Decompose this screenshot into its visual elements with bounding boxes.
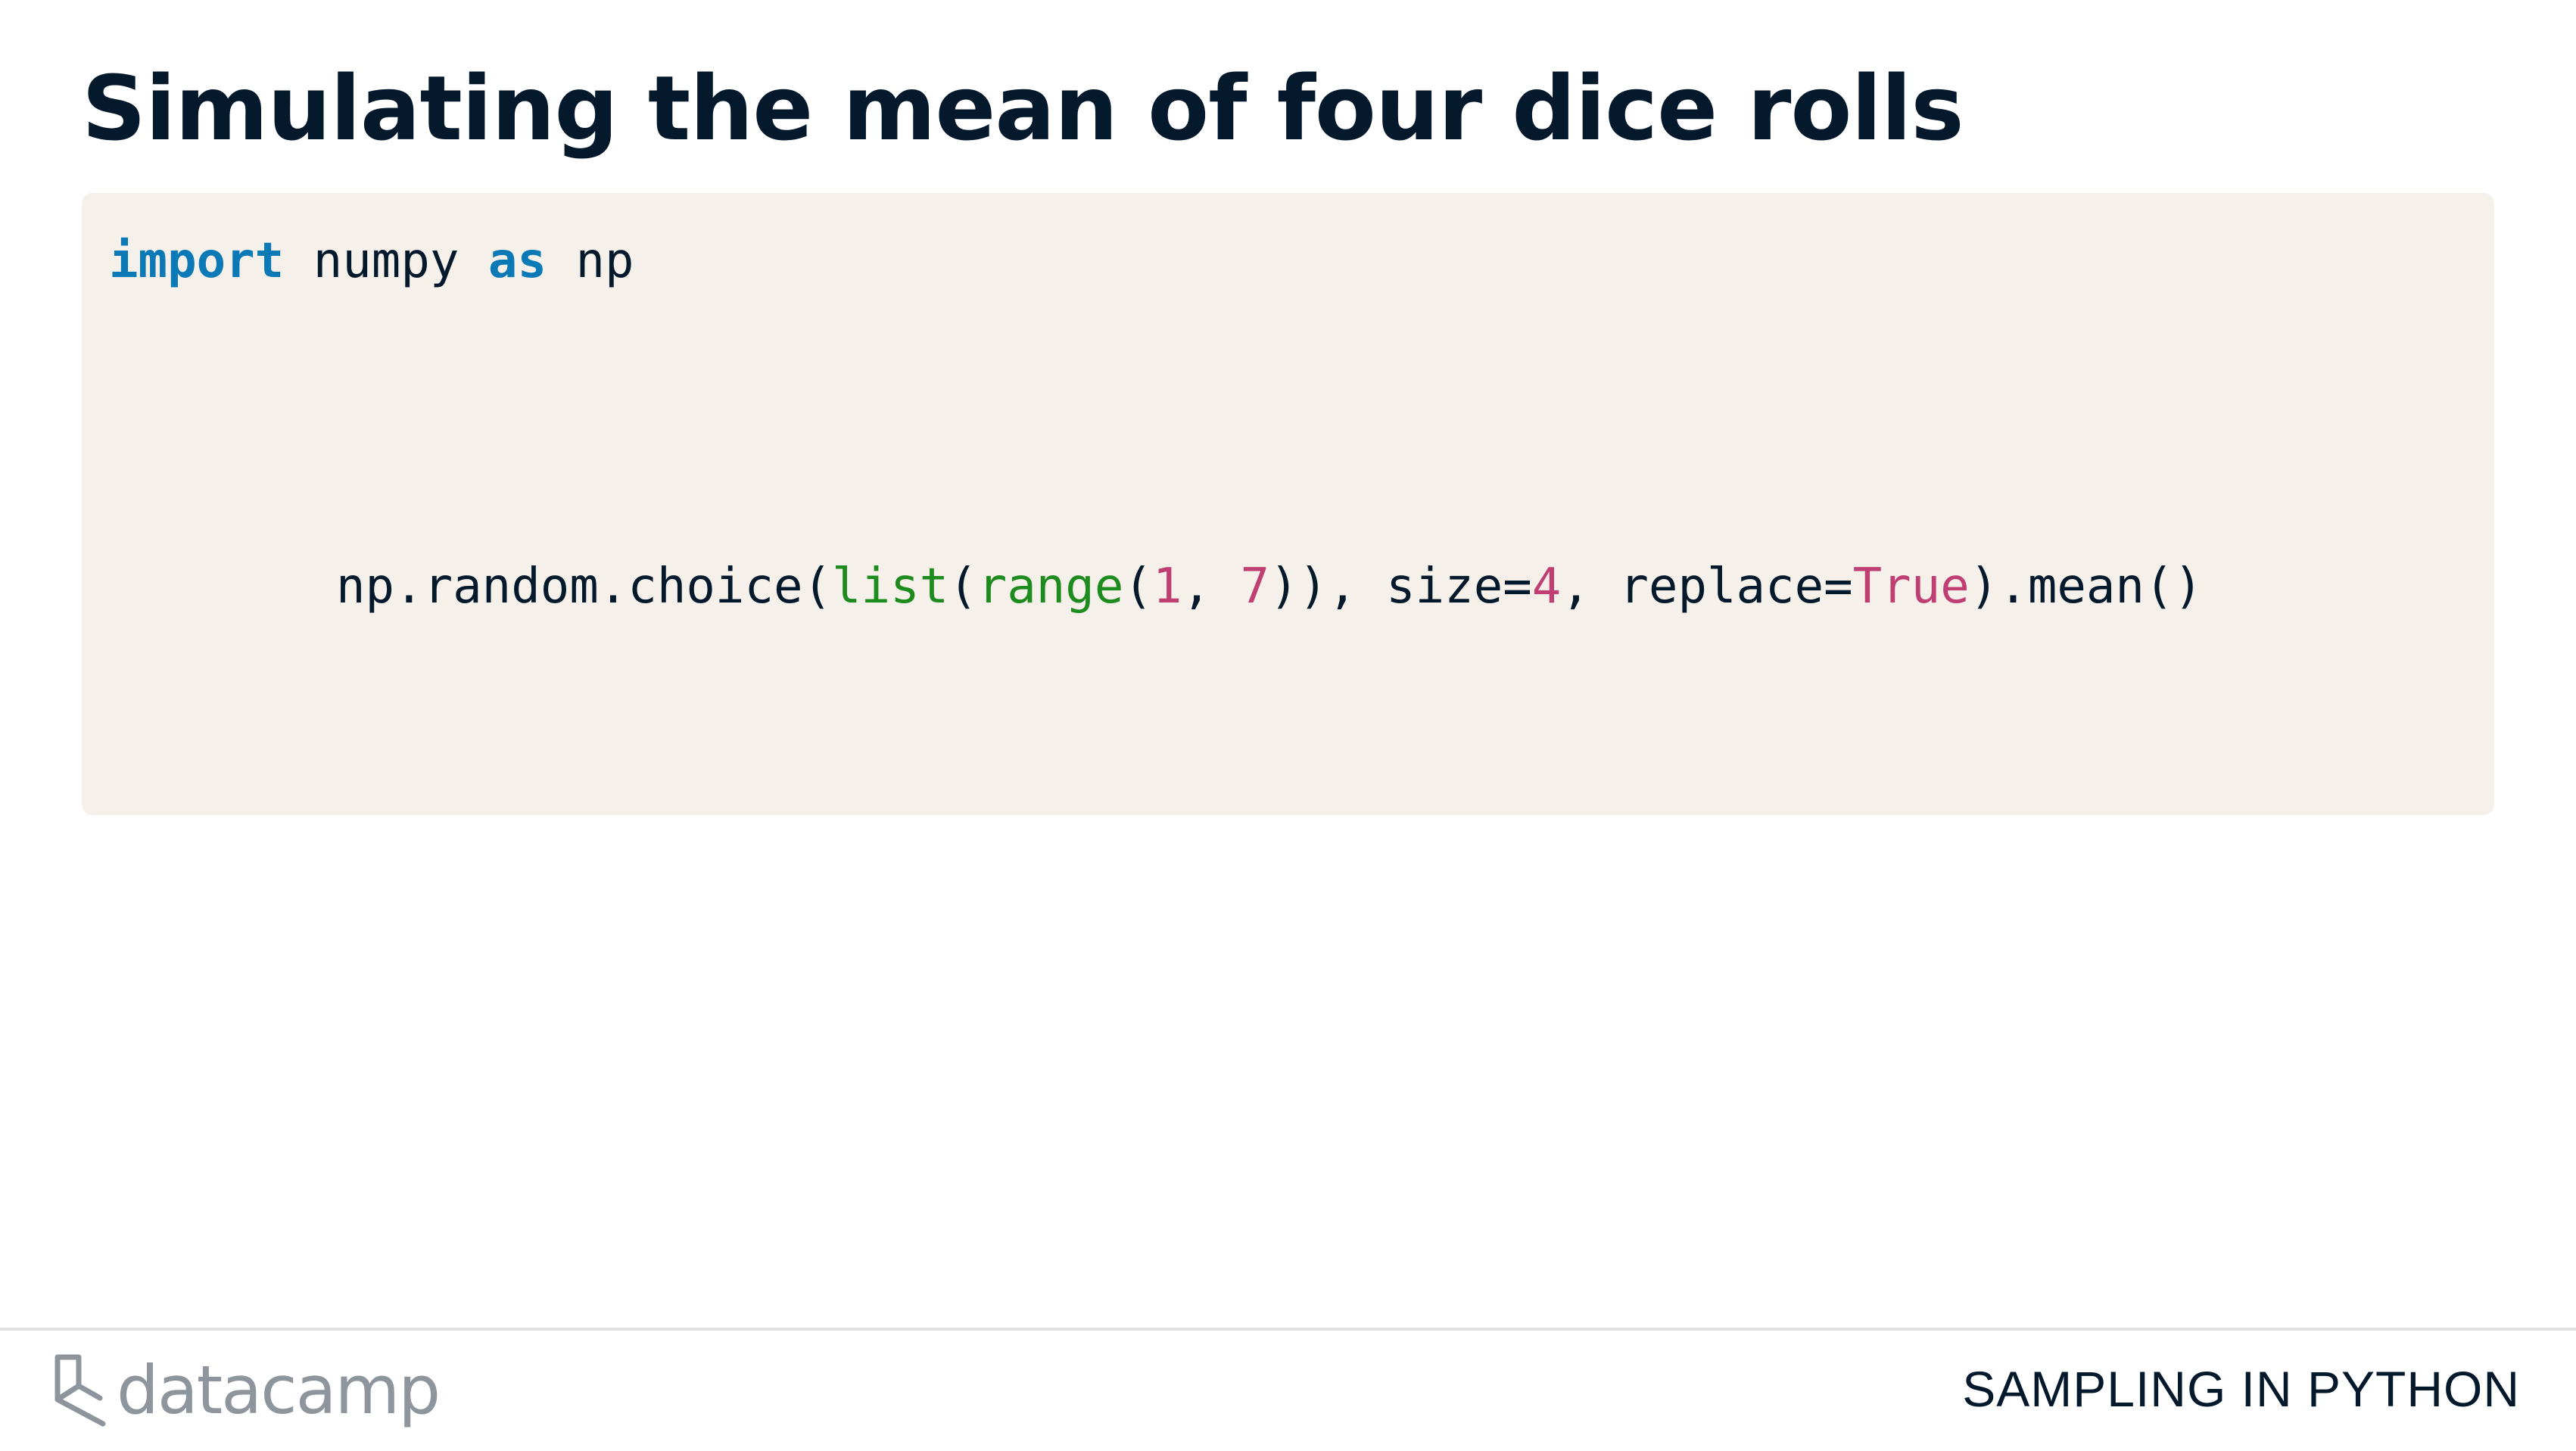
size-argument: )), size=	[1269, 559, 1532, 615]
range-start-literal: 1	[1152, 559, 1182, 615]
size-literal: 4	[1531, 559, 1562, 615]
choice-call: np.random.choice(	[336, 559, 833, 615]
replace-literal: True	[1852, 559, 1970, 615]
module-alias: np	[546, 233, 634, 289]
range-paren: (	[1123, 559, 1153, 615]
datacamp-logo: datacamp	[53, 1349, 441, 1432]
code-line-choice: np.random.choice(list(range(1, 7)), size…	[336, 553, 2203, 621]
module-name: numpy	[284, 233, 488, 289]
datacamp-mark-icon	[55, 1354, 106, 1427]
mean-call: ).mean()	[1969, 559, 2203, 615]
list-paren: (	[948, 559, 978, 615]
course-title: SAMPLING IN PYTHON	[1962, 1361, 2520, 1417]
replace-argument: , replace=	[1561, 559, 1853, 615]
list-builtin: list	[832, 559, 949, 615]
range-stop-literal: 7	[1240, 559, 1269, 615]
footer-divider	[0, 1328, 2576, 1331]
logo-wordmark: datacamp	[117, 1351, 441, 1429]
range-builtin: range	[977, 559, 1124, 615]
range-comma: ,	[1182, 559, 1241, 615]
code-block: import numpy as np np.random.choice(list…	[82, 193, 2494, 815]
code-line-import: import numpy as np	[109, 227, 634, 295]
slide-title: Simulating the mean of four dice rolls	[82, 56, 1964, 160]
import-keyword: import	[109, 233, 285, 289]
as-keyword: as	[487, 233, 547, 289]
